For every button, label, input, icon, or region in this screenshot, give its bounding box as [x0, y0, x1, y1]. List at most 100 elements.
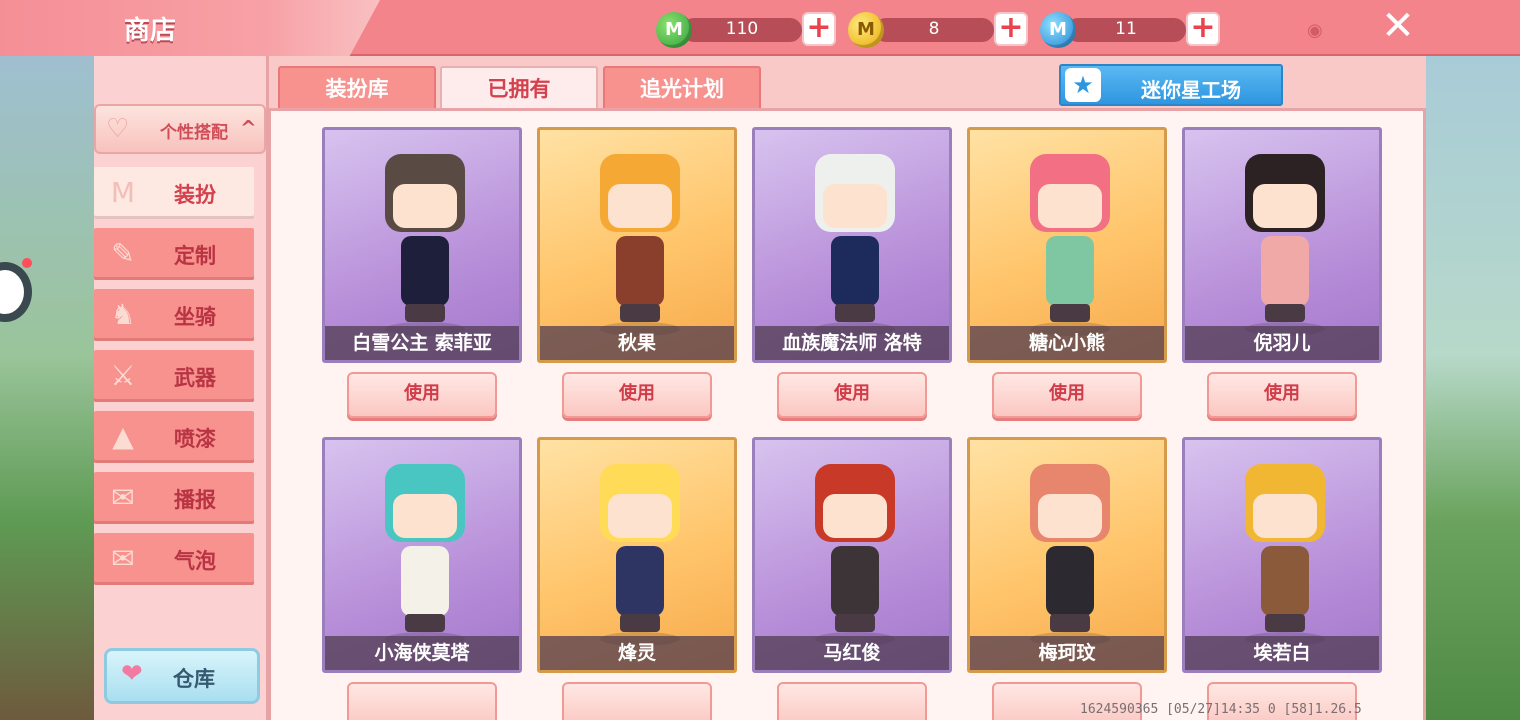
blue-coin-value: 11: [1115, 19, 1137, 39]
costume-card[interactable]: 马红俊: [752, 437, 952, 673]
costume-card[interactable]: 血族魔法师 洛特: [752, 127, 952, 363]
background-scene-right: [1424, 56, 1520, 720]
costume-name: 秋果: [540, 326, 734, 360]
sidebar-item-label: 装扮: [174, 183, 216, 207]
bubble-icon: ✉: [111, 542, 135, 575]
character-outfit: [1261, 546, 1309, 616]
brush-icon: ✎: [111, 237, 135, 270]
character-face: [1038, 184, 1102, 228]
use-button[interactable]: 使用: [1207, 372, 1357, 418]
costume-name: 糖心小熊: [970, 326, 1164, 360]
shop-title-area: [0, 0, 380, 56]
sidebar-header-label: 个性搭配: [160, 123, 228, 143]
character-face: [393, 184, 457, 228]
mini-star-workshop-label: 迷你星工场: [1141, 78, 1241, 102]
sidebar-item-weapon[interactable]: ⚔ 武器: [94, 350, 254, 402]
gold-coin-value: 8: [928, 19, 940, 39]
tab-owned[interactable]: 已拥有: [440, 66, 598, 112]
sidebar-item-label: 坐骑: [174, 305, 216, 329]
use-button[interactable]: 使用: [562, 372, 712, 418]
sidebar-item-customize[interactable]: ✎ 定制: [94, 228, 254, 280]
shirt-icon: M: [110, 176, 136, 209]
character-legs: [835, 304, 875, 322]
use-button[interactable]: [347, 682, 497, 720]
character-face: [1253, 184, 1317, 228]
costume-name: 白雪公主 索菲亚: [325, 326, 519, 360]
sidebar-item-label: 气泡: [174, 549, 216, 573]
blue-coin-icon: M: [1040, 12, 1076, 48]
mini-star-workshop-button[interactable]: ★ 迷你星工场: [1059, 64, 1283, 106]
chevron-up-icon[interactable]: ^: [240, 116, 257, 140]
character-outfit: [1261, 236, 1309, 306]
character-legs: [1265, 304, 1305, 322]
add-gold-coin-button[interactable]: +: [994, 12, 1028, 46]
sidebar-header-personal-style[interactable]: ♡ 个性搭配 ^: [94, 104, 266, 154]
character-legs: [835, 614, 875, 632]
currency-green: 110 M +: [656, 12, 840, 48]
sidebar-item-broadcast[interactable]: ✉ 播报: [94, 472, 254, 524]
character-outfit: [831, 546, 879, 616]
costume-name: 血族魔法师 洛特: [755, 326, 949, 360]
sidebar-item-costume[interactable]: M 装扮: [94, 167, 254, 219]
costume-card[interactable]: 白雪公主 索菲亚: [322, 127, 522, 363]
character-legs: [1050, 304, 1090, 322]
green-coin-icon: M: [656, 12, 692, 48]
costume-name: 马红俊: [755, 636, 949, 670]
costume-name: 埃若白: [1185, 636, 1379, 670]
character-outfit: [401, 236, 449, 306]
build-info: 1624590365 [05/27]14:35 0 [58]1.26.5: [1080, 702, 1362, 717]
costume-card[interactable]: 小海侠莫塔: [322, 437, 522, 673]
character-legs: [620, 304, 660, 322]
tab-costume-library[interactable]: 装扮库: [278, 66, 436, 112]
add-blue-coin-button[interactable]: +: [1186, 12, 1220, 46]
character-face: [1038, 494, 1102, 538]
character-legs: [405, 304, 445, 322]
top-bar: 商店 110 M + 8 M + 11 M + ◉ ✕: [0, 0, 1520, 56]
costume-card[interactable]: 糖心小熊: [967, 127, 1167, 363]
character-figure: [365, 454, 485, 634]
warehouse-icon: ❤: [121, 659, 143, 689]
notification-dot: [22, 258, 32, 268]
tab-chase-light-plan[interactable]: 追光计划: [603, 66, 761, 112]
sidebar-item-mount[interactable]: ♞ 坐骑: [94, 289, 254, 341]
costume-card[interactable]: 秋果: [537, 127, 737, 363]
spray-icon: ▲: [112, 420, 134, 453]
character-figure: [1010, 454, 1130, 634]
sidebar-item-bubble[interactable]: ✉ 气泡: [94, 533, 254, 585]
character-outfit: [1046, 546, 1094, 616]
use-button[interactable]: [562, 682, 712, 720]
costume-card[interactable]: 梅珂玟: [967, 437, 1167, 673]
character-face: [823, 494, 887, 538]
warehouse-button[interactable]: ❤ 仓库: [104, 648, 260, 704]
character-figure: [365, 144, 485, 324]
sidebar-item-spray[interactable]: ▲ 喷漆: [94, 411, 254, 463]
use-button[interactable]: 使用: [347, 372, 497, 418]
costume-card[interactable]: 埃若白: [1182, 437, 1382, 673]
costume-card[interactable]: 倪羽儿: [1182, 127, 1382, 363]
green-coin-value: 110: [725, 19, 759, 39]
character-outfit: [1046, 236, 1094, 306]
use-button[interactable]: 使用: [992, 372, 1142, 418]
use-button[interactable]: 使用: [777, 372, 927, 418]
character-figure: [1010, 144, 1130, 324]
character-outfit: [616, 546, 664, 616]
costume-name: 梅珂玟: [970, 636, 1164, 670]
background-scene-left: [0, 56, 94, 720]
close-icon[interactable]: ✕: [1378, 6, 1418, 46]
character-face: [608, 184, 672, 228]
character-outfit: [616, 236, 664, 306]
page-title: 商店: [124, 16, 177, 46]
character-figure: [580, 144, 700, 324]
sidebar-item-label: 武器: [174, 366, 216, 390]
character-figure: [1225, 144, 1345, 324]
use-button[interactable]: [777, 682, 927, 720]
broadcast-icon: ✉: [111, 481, 135, 514]
currency-gold: 8 M +: [848, 12, 1032, 48]
costume-card[interactable]: 烽灵: [537, 437, 737, 673]
gun-icon: ⚔: [110, 359, 136, 392]
costume-name: 小海侠莫塔: [325, 636, 519, 670]
character-figure: [795, 454, 915, 634]
mount-icon: ♞: [110, 298, 136, 331]
add-green-coin-button[interactable]: +: [802, 12, 836, 46]
sidebar-item-label: 播报: [174, 488, 216, 512]
